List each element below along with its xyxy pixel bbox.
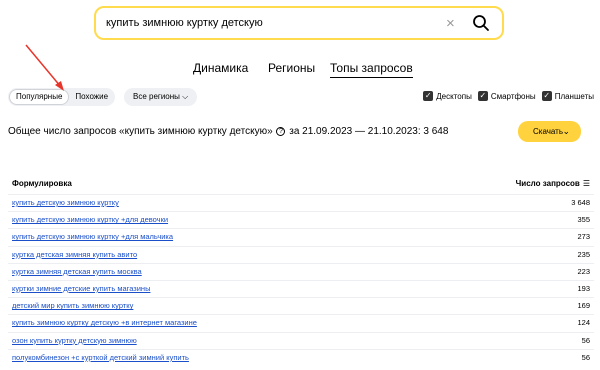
table-row: куртки зимние детские купить магазины 193: [8, 279, 594, 297]
query-link[interactable]: купить детскую зимнюю куртку +для девочк…: [12, 215, 168, 224]
table-row: полукомбинезон +с курткой детский зимний…: [8, 348, 594, 366]
col-header-count[interactable]: Число запросов ☰: [516, 179, 590, 188]
query-link[interactable]: озон купить куртку детскую зимнюю: [12, 336, 137, 345]
device-tablet[interactable]: ✓ Планшеты: [541, 91, 594, 101]
device-label: Смартфоны: [490, 91, 536, 101]
query-count: 235: [577, 249, 590, 259]
query-count: 124: [577, 318, 590, 328]
query-count: 3 648: [571, 198, 590, 207]
device-label: Планшеты: [554, 91, 594, 101]
table-row: детский мир купить зимнюю куртку 169: [8, 297, 594, 314]
total-summary: Общее число запросов «купить зимнюю курт…: [8, 126, 448, 137]
query-link[interactable]: купить детскую зимнюю куртку +для мальчи…: [12, 232, 173, 241]
sort-icon[interactable]: ☰: [583, 179, 590, 188]
regions-dropdown[interactable]: Все регионы ⌵: [124, 88, 198, 106]
query-link[interactable]: полукомбинезон +с курткой детский зимний…: [12, 353, 189, 362]
col-header-count-label: Число запросов: [515, 179, 580, 188]
summary-suffix: за 21.09.2023 — 21.10.2023: 3 648: [289, 126, 449, 137]
query-count: 273: [577, 232, 590, 242]
device-filters: ✓ Десктопы ✓ Смартфоны ✓ Планшеты: [423, 91, 594, 101]
query-link[interactable]: куртка зимняя детская купить москва: [12, 267, 142, 276]
chevron-down-icon: ⌵: [182, 92, 189, 101]
query-count: 223: [577, 266, 590, 276]
checkbox-checked-icon[interactable]: ✓: [423, 91, 434, 101]
query-count: 169: [577, 301, 590, 311]
table-row: куртка детская зимняя купить авито 235: [8, 245, 594, 263]
table-row: купить детскую зимнюю куртку +для мальчи…: [8, 228, 594, 245]
query-link[interactable]: купить детскую зимнюю куртку: [12, 198, 119, 207]
table-row: озон купить куртку детскую зимнюю 56: [8, 331, 594, 349]
table-row: купить детскую зимнюю куртку +для девочк…: [8, 211, 594, 228]
col-header-query: Формулировка: [12, 179, 72, 188]
query-link[interactable]: купить зимнюю куртку детскую +в интернет…: [12, 318, 197, 327]
chevron-down-icon: ⌄: [562, 126, 570, 136]
table-row: купить зимнюю куртку детскую +в интернет…: [8, 314, 594, 331]
download-label: Скачать: [533, 127, 563, 136]
table-row: купить детскую зимнюю куртку 3 648: [8, 194, 594, 211]
query-count: 355: [577, 215, 590, 225]
help-icon[interactable]: ?: [276, 127, 286, 136]
device-desktop[interactable]: ✓ Десктопы: [423, 91, 472, 101]
query-count: 56: [581, 335, 590, 345]
checkbox-checked-icon[interactable]: ✓: [477, 91, 488, 101]
table-row: куртка зимняя детская купить москва 223: [8, 262, 594, 280]
regions-label: Все регионы: [133, 92, 180, 101]
query-count: 56: [581, 352, 590, 362]
checkbox-checked-icon[interactable]: ✓: [541, 91, 552, 101]
summary-prefix: Общее число запросов «купить зимнюю курт…: [8, 126, 273, 137]
download-button[interactable]: Скачать ⌄: [518, 121, 581, 142]
query-count: 193: [577, 283, 590, 293]
query-link[interactable]: куртка детская зимняя купить авито: [12, 250, 137, 259]
queries-table: купить детскую зимнюю куртку 3 648 купить…: [8, 194, 594, 366]
device-label: Десктопы: [436, 91, 472, 101]
query-link[interactable]: детский мир купить зимнюю куртку: [12, 301, 133, 310]
query-link[interactable]: куртки зимние детские купить магазины: [12, 284, 150, 293]
device-smartphone[interactable]: ✓ Смартфоны: [477, 91, 536, 101]
